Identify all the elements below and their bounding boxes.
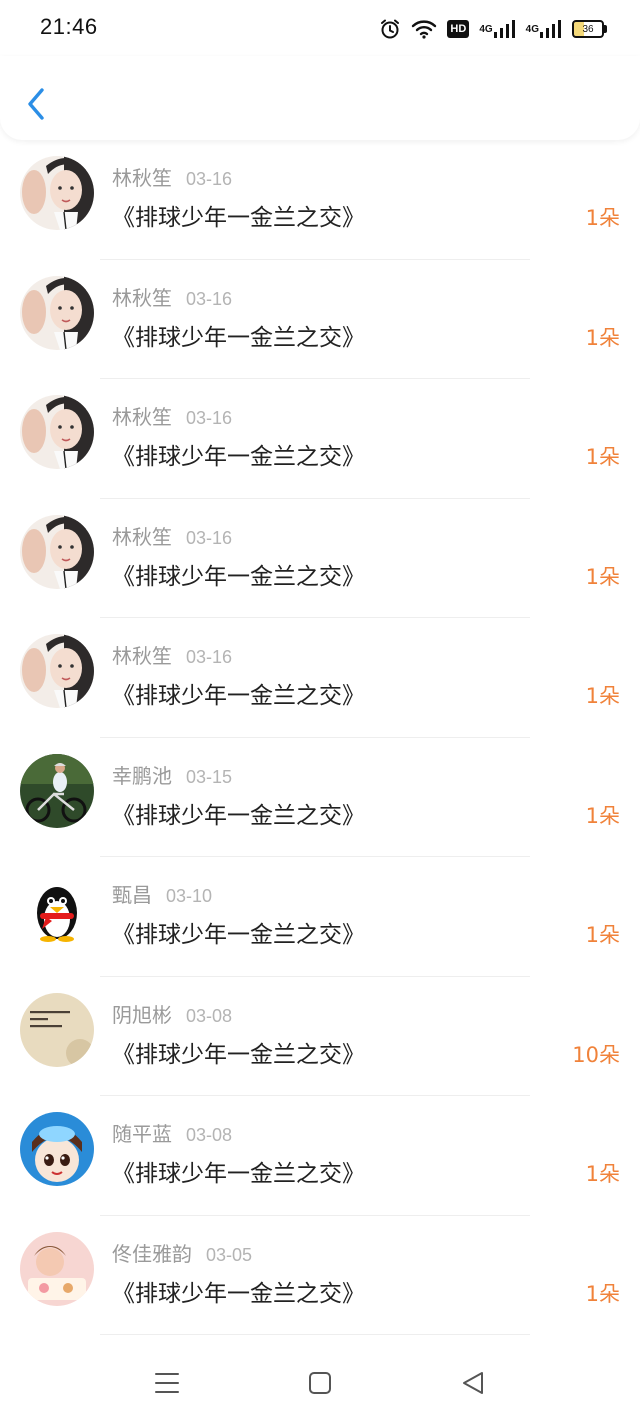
gift-amount: 1朵 bbox=[585, 445, 620, 469]
list-item[interactable]: 林秋笙 03-16 《排球少年一金兰之交》 1朵 bbox=[0, 379, 640, 499]
signal-4g-icon: 4G bbox=[526, 20, 562, 38]
sender-name: 甄昌 03-10 bbox=[112, 879, 212, 908]
system-nav-bar bbox=[0, 1342, 640, 1422]
avatar[interactable] bbox=[20, 1112, 94, 1186]
header bbox=[0, 56, 640, 140]
list-item[interactable]: 甄昌 03-10 《排球少年一金兰之交》 1朵 bbox=[0, 857, 640, 977]
gift-amount: 1朵 bbox=[585, 923, 620, 947]
list-item[interactable]: 佟佳雅韵 03-05 《排球少年一金兰之交》 1朵 bbox=[0, 1216, 640, 1335]
hd-icon: HD bbox=[447, 20, 470, 38]
menu-icon bbox=[155, 1373, 179, 1393]
avatar[interactable] bbox=[20, 873, 94, 947]
gift-list: 林秋笙 03-16 《排球少年一金兰之交》 1朵 林秋笙 03-16 《排球少年一金兰之交》… bbox=[0, 140, 640, 1335]
signal-4g-icon: 4G bbox=[479, 20, 515, 38]
gift-date: 03-16 bbox=[186, 647, 233, 667]
list-item[interactable]: 幸鹏池 03-15 《排球少年一金兰之交》 1朵 bbox=[0, 738, 640, 857]
sender-name-text: 阴旭彬 bbox=[112, 1002, 172, 1027]
square-home-icon bbox=[309, 1372, 331, 1394]
system-back-button[interactable] bbox=[458, 1368, 488, 1398]
gift-date: 03-08 bbox=[186, 1125, 233, 1145]
gift-amount: 1朵 bbox=[585, 325, 620, 350]
sender-name: 林秋笙 03-16 bbox=[112, 401, 232, 430]
list-item[interactable]: 随平蓝 03-08 《排球少年一金兰之交》 1朵 bbox=[0, 1096, 640, 1216]
book-title: 《排球少年一金兰之交》 bbox=[112, 683, 365, 709]
book-title: 《排球少年一金兰之交》 bbox=[112, 563, 365, 590]
clock: 21:46 bbox=[40, 14, 98, 39]
avatar[interactable] bbox=[20, 275, 94, 350]
triangle-back-icon bbox=[463, 1372, 483, 1394]
gift-date: 03-15 bbox=[186, 766, 233, 787]
status-icons: HD 4G 4G 36 bbox=[379, 16, 607, 42]
avatar[interactable] bbox=[20, 1231, 94, 1306]
book-title: 《排球少年一金兰之交》 bbox=[112, 1161, 365, 1187]
gift-date: 03-16 bbox=[186, 288, 233, 309]
sender-name: 阴旭彬 03-08 bbox=[112, 999, 232, 1028]
back-button[interactable] bbox=[18, 84, 54, 124]
sender-name-text: 幸鹏池 bbox=[112, 763, 172, 788]
sender-name-text: 林秋笙 bbox=[112, 166, 172, 190]
sender-name-text: 林秋笙 bbox=[112, 405, 172, 429]
avatar[interactable] bbox=[20, 395, 94, 469]
list-item[interactable]: 阴旭彬 03-08 《排球少年一金兰之交》 10朵 bbox=[0, 977, 640, 1096]
sender-name-text: 林秋笙 bbox=[112, 285, 172, 310]
sender-name: 随平蓝 03-08 bbox=[112, 1118, 232, 1147]
gift-date: 03-16 bbox=[186, 408, 233, 428]
sender-name-text: 随平蓝 bbox=[112, 1122, 172, 1146]
sender-name-text: 林秋笙 bbox=[112, 524, 172, 549]
sender-name: 幸鹏池 03-15 bbox=[112, 760, 232, 789]
gift-date: 03-16 bbox=[186, 169, 233, 189]
status-bar: 21:46 HD 4G 4G 36 bbox=[0, 0, 640, 56]
gift-date: 03-05 bbox=[206, 1244, 253, 1265]
avatar[interactable] bbox=[20, 992, 94, 1067]
gift-date: 03-08 bbox=[186, 1005, 233, 1026]
book-title: 《排球少年一金兰之交》 bbox=[112, 205, 365, 231]
sender-name: 林秋笙 03-16 bbox=[112, 162, 232, 191]
sender-name: 林秋笙 03-16 bbox=[112, 282, 232, 311]
book-title: 《排球少年一金兰之交》 bbox=[112, 1041, 365, 1068]
gift-date: 03-16 bbox=[186, 527, 233, 548]
gift-amount: 1朵 bbox=[585, 803, 620, 828]
gift-date: 03-10 bbox=[166, 886, 213, 906]
avatar[interactable] bbox=[20, 514, 94, 589]
alarm-icon bbox=[379, 18, 401, 40]
battery-icon: 36 bbox=[572, 20, 607, 38]
gift-amount: 1朵 bbox=[585, 1281, 620, 1306]
list-item[interactable]: 林秋笙 03-16 《排球少年一金兰之交》 1朵 bbox=[0, 140, 640, 260]
chevron-left-icon bbox=[28, 88, 44, 120]
gift-amount: 1朵 bbox=[585, 684, 620, 708]
wifi-icon bbox=[411, 19, 437, 39]
book-title: 《排球少年一金兰之交》 bbox=[112, 1280, 365, 1307]
home-button[interactable] bbox=[305, 1368, 335, 1398]
list-item[interactable]: 林秋笙 03-16 《排球少年一金兰之交》 1朵 bbox=[0, 499, 640, 618]
sender-name: 林秋笙 03-16 bbox=[112, 521, 232, 550]
gift-amount: 1朵 bbox=[585, 564, 620, 589]
gift-amount: 1朵 bbox=[585, 1162, 620, 1186]
avatar[interactable] bbox=[20, 753, 94, 828]
avatar[interactable] bbox=[20, 634, 94, 708]
gift-amount: 1朵 bbox=[585, 206, 620, 230]
sender-name-text: 林秋笙 bbox=[112, 644, 172, 668]
divider bbox=[100, 1334, 530, 1335]
sender-name: 林秋笙 03-16 bbox=[112, 640, 232, 669]
book-title: 《排球少年一金兰之交》 bbox=[112, 324, 365, 351]
list-item[interactable]: 林秋笙 03-16 《排球少年一金兰之交》 1朵 bbox=[0, 618, 640, 738]
sender-name-text: 佟佳雅韵 bbox=[112, 1241, 192, 1266]
menu-button[interactable] bbox=[152, 1368, 182, 1398]
list-item[interactable]: 林秋笙 03-16 《排球少年一金兰之交》 1朵 bbox=[0, 260, 640, 379]
sender-name: 佟佳雅韵 03-05 bbox=[112, 1238, 252, 1267]
book-title: 《排球少年一金兰之交》 bbox=[112, 802, 365, 829]
sender-name-text: 甄昌 bbox=[112, 883, 152, 907]
book-title: 《排球少年一金兰之交》 bbox=[112, 922, 365, 948]
gift-amount: 10朵 bbox=[572, 1042, 620, 1067]
book-title: 《排球少年一金兰之交》 bbox=[112, 444, 365, 470]
avatar[interactable] bbox=[20, 156, 94, 230]
